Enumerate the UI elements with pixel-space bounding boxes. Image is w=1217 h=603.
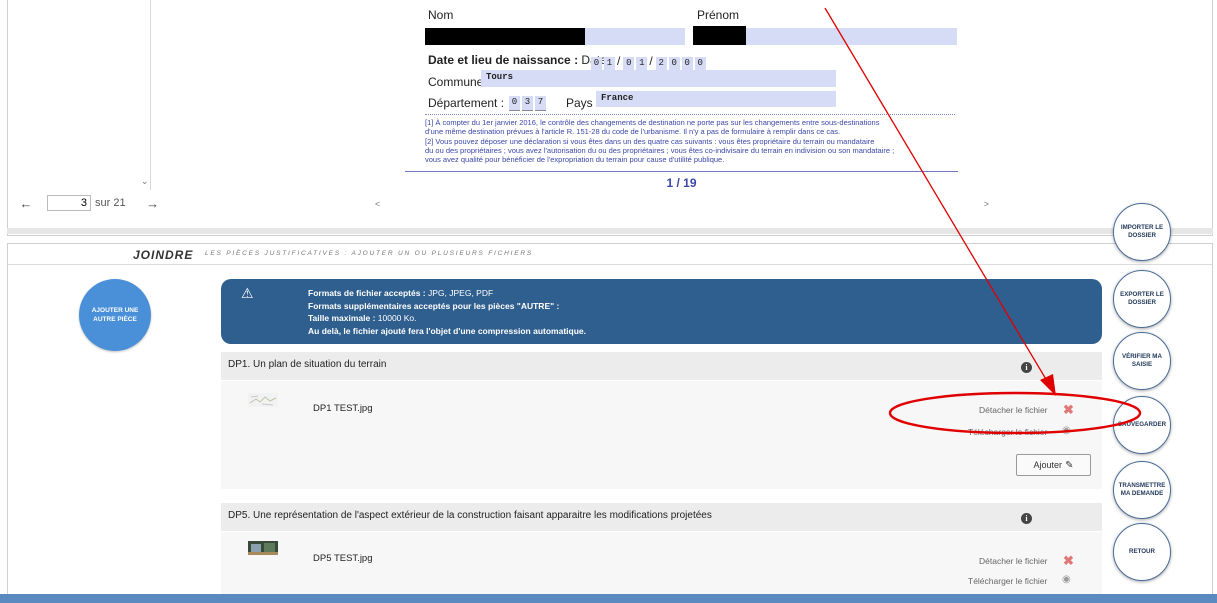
add-file-button-dp1[interactable]: Ajouter ✎ — [1016, 454, 1091, 476]
departement-digit-box[interactable]: 0 — [509, 96, 520, 111]
birth-label: Date et lieu de naissance : — [428, 53, 579, 67]
info-icon[interactable]: i — [1021, 513, 1032, 524]
download-file-link-dp1[interactable]: Télécharger le fichier — [968, 427, 1047, 437]
footnote-line: vous avez qualité pour bénéficier de l'e… — [425, 155, 725, 165]
detach-file-link-dp5[interactable]: Détacher le fichier — [979, 556, 1048, 566]
paperclip-icon: ✎ — [1065, 459, 1074, 471]
back-button[interactable]: RETOUR — [1113, 523, 1171, 581]
verify-entry-button[interactable]: VÉRIFIER MA SAISIE — [1113, 332, 1171, 390]
remove-icon[interactable]: ✖ — [1063, 553, 1074, 569]
file-format-info-text: Formats de fichier acceptés : JPG, JPEG,… — [308, 287, 586, 337]
scroll-right-icon[interactable]: > — [984, 199, 989, 209]
import-dossier-button[interactable]: IMPORTER LE DOSSIER — [1113, 203, 1171, 261]
footnote-line: [1] À compter du 1er janvier 2016, le co… — [425, 118, 880, 127]
add-file-label: Ajouter — [1033, 460, 1063, 470]
redacted-nom — [425, 28, 585, 45]
thumbnail-pane[interactable] — [8, 0, 151, 190]
info-icon[interactable]: i — [1021, 362, 1032, 373]
file-thumbnail-dp5[interactable] — [248, 541, 278, 555]
footnotes: [1] À compter du 1er janvier 2016, le co… — [425, 118, 960, 164]
verify-entry-label: VÉRIFIER MA SAISIE — [1122, 352, 1162, 369]
joindre-subtitle: LES PIÈCES JUSTIFICATIVES : AJOUTER UN O… — [205, 250, 533, 257]
nom-label: Nom — [428, 8, 454, 22]
date-digits[interactable]: 0 1/0 1/2 0 0 0 — [591, 52, 708, 72]
piece-title-dp5: DP5. Une représentation de l'aspect exté… — [228, 510, 712, 521]
export-dossier-button[interactable]: EXPORTER LE DOSSIER — [1113, 270, 1171, 328]
add-other-piece-label: AJOUTER UNE AUTRE PIÈCE — [91, 307, 139, 323]
save-button[interactable]: SAUVEGARDER — [1113, 396, 1171, 454]
page-number-input[interactable] — [47, 195, 91, 211]
piece-title-dp1: DP1. Un plan de situation du terrain — [228, 359, 387, 370]
birth-date-row: Date et lieu de naissance : Date : — [428, 53, 613, 67]
next-page-button[interactable]: → — [142, 196, 164, 211]
date-separator: / — [617, 54, 621, 68]
remove-icon[interactable]: ✖ — [1063, 402, 1074, 418]
joindre-title: JOINDRE — [133, 248, 194, 262]
detach-file-link-dp1[interactable]: Détacher le fichier — [979, 405, 1048, 415]
file-thumbnail-dp1[interactable] — [248, 393, 278, 407]
footer-line — [405, 171, 958, 172]
footnote-line: du ou des propriétaires ; vous avez l'au… — [425, 145, 895, 155]
max-size-value: 10000 Ko. — [375, 313, 417, 323]
export-dossier-label: EXPORTER LE DOSSIER — [1120, 290, 1164, 307]
section-separator — [7, 228, 1213, 234]
departement-digit-box[interactable]: 7 — [535, 96, 546, 111]
divider — [425, 114, 955, 115]
footnote-line: d'une même destination prévues à l'artic… — [425, 127, 841, 137]
file-name-dp1: DP1 TEST.jpg — [313, 403, 373, 414]
scroll-down-icon[interactable]: ⌄ — [141, 176, 149, 187]
import-dossier-label: IMPORTER LE DOSSIER — [1120, 223, 1164, 240]
date-separator: / — [649, 54, 653, 68]
footnote-line: [2] Vous pouvez déposer une déclaration … — [425, 136, 875, 146]
download-file-link-dp5[interactable]: Télécharger le fichier — [968, 576, 1047, 586]
departement-label: Département : — [428, 96, 505, 110]
back-label: RETOUR — [1128, 547, 1155, 555]
bottom-bar — [0, 594, 1217, 603]
compression-note: Au delà, le fichier ajouté fera l'objet … — [308, 325, 586, 336]
save-label: SAUVEGARDER — [1117, 420, 1167, 428]
page-indicator: 1 / 19 — [666, 176, 697, 190]
redacted-prenom — [693, 26, 746, 45]
formats-label: Formats de fichier acceptés : — [308, 288, 426, 298]
thumbnail-scrollbar[interactable]: ⌄ — [141, 0, 150, 190]
formats-value: JPG, JPEG, PDF — [425, 288, 494, 298]
pays-field[interactable]: France — [596, 91, 836, 107]
extra-formats-label: Formats supplémentaires acceptés pour le… — [308, 300, 560, 311]
submit-request-button[interactable]: TRANSMETTRE MA DEMANDE — [1113, 461, 1171, 519]
file-format-info-banner: ⚠ Formats de fichier acceptés : JPG, JPE… — [221, 279, 1102, 344]
page-total: sur 21 — [95, 197, 126, 209]
file-name-dp5: DP5 TEST.jpg — [313, 553, 373, 564]
commune-field[interactable]: Tours — [481, 70, 836, 87]
scroll-left-icon[interactable]: < — [375, 199, 380, 209]
prenom-label: Prénom — [697, 8, 740, 22]
horizontal-scrollbar[interactable]: < > — [370, 199, 995, 210]
departement-digit-box[interactable]: 3 — [522, 96, 533, 111]
previous-page-button[interactable]: ← — [15, 196, 37, 211]
add-other-piece-button[interactable]: AJOUTER UNE AUTRE PIÈCE — [79, 279, 151, 351]
eye-icon[interactable]: ◉ — [1062, 574, 1071, 585]
page-navigator: ← sur 21 → — [15, 193, 164, 213]
eye-icon[interactable]: ◉ — [1062, 425, 1071, 436]
submit-request-label: TRANSMETTRE MA DEMANDE — [1118, 481, 1166, 498]
warning-icon: ⚠ — [241, 285, 254, 301]
departement-digits[interactable]: 037 — [509, 91, 548, 111]
pays-label: Pays : — [566, 96, 600, 110]
max-size-label: Taille maximale : — [308, 313, 376, 323]
